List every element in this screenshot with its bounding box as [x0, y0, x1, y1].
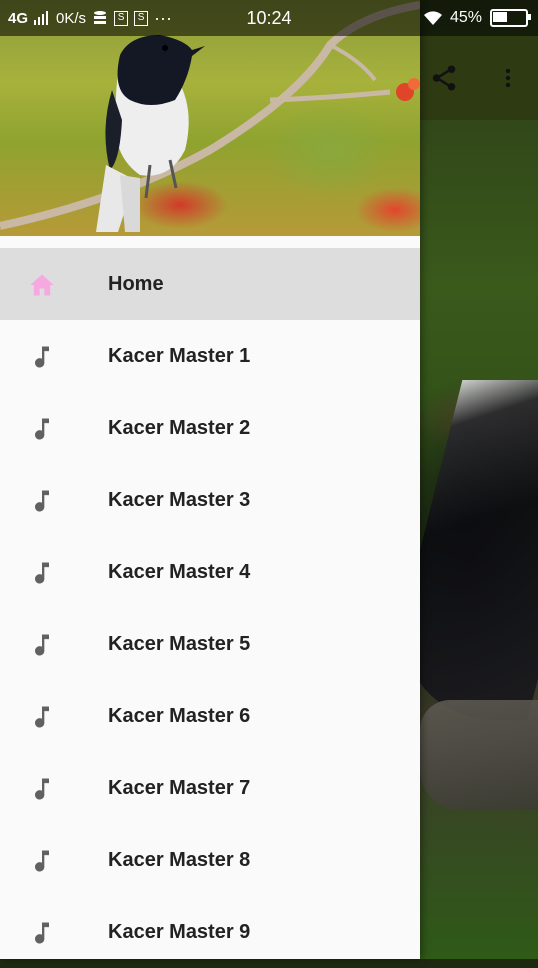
share-button[interactable] [414, 36, 474, 120]
menu-item-kacer-master-5[interactable]: Kacer Master 5 [0, 608, 420, 680]
menu-item-label: Kacer Master 7 [108, 776, 251, 799]
music-note-icon [35, 418, 49, 440]
more-vert-icon [505, 68, 511, 88]
menu-item-label: Home [108, 272, 164, 295]
menu-item-label: Kacer Master 8 [108, 848, 251, 871]
menu-item-label: Kacer Master 6 [108, 704, 251, 727]
menu-item-kacer-master-7[interactable]: Kacer Master 7 [0, 752, 420, 824]
menu-item-kacer-master-9[interactable]: Kacer Master 9 [0, 896, 420, 968]
menu-item-kacer-master-4[interactable]: Kacer Master 4 [0, 536, 420, 608]
wifi-icon [423, 11, 442, 25]
menu-item-label: Kacer Master 9 [108, 920, 251, 943]
menu-item-label: Kacer Master 4 [108, 560, 251, 583]
menu-item-label: Kacer Master 1 [108, 344, 251, 367]
battery-percent: 45% [449, 9, 482, 26]
menu-item-kacer-master-6[interactable]: Kacer Master 6 [0, 680, 420, 752]
music-note-icon [35, 706, 49, 728]
music-note-icon [35, 346, 49, 368]
menu-item-kacer-master-8[interactable]: Kacer Master 8 [0, 824, 420, 896]
drawer-menu: Home Kacer Master 1 Kacer Master 2 Kacer Ma… [0, 248, 420, 968]
status-bar-right: 45% [423, 0, 531, 36]
menu-item-kacer-master-2[interactable]: Kacer Master 2 [0, 392, 420, 464]
menu-item-label: Kacer Master 2 [108, 416, 251, 439]
share-icon [432, 65, 456, 91]
status-bar: 4G 0K/s S S ··· 10:24 45% [0, 0, 538, 36]
more-options-button[interactable] [478, 36, 538, 120]
music-note-icon [35, 634, 49, 656]
home-icon [30, 274, 54, 296]
music-note-icon [35, 778, 49, 800]
battery-icon [490, 9, 531, 27]
navigation-drawer: Home Kacer Master 1 Kacer Master 2 Kacer Ma… [0, 0, 420, 959]
menu-item-home[interactable]: Home [0, 248, 420, 320]
music-note-icon [35, 562, 49, 584]
music-note-icon [35, 850, 49, 872]
menu-item-label: Kacer Master 3 [108, 488, 251, 511]
menu-item-kacer-master-3[interactable]: Kacer Master 3 [0, 464, 420, 536]
menu-item-kacer-master-1[interactable]: Kacer Master 1 [0, 320, 420, 392]
background-branch-image [420, 700, 538, 810]
menu-item-label: Kacer Master 5 [108, 632, 251, 655]
music-note-icon [35, 922, 49, 944]
battery-level [493, 12, 507, 22]
music-note-icon [35, 490, 49, 512]
